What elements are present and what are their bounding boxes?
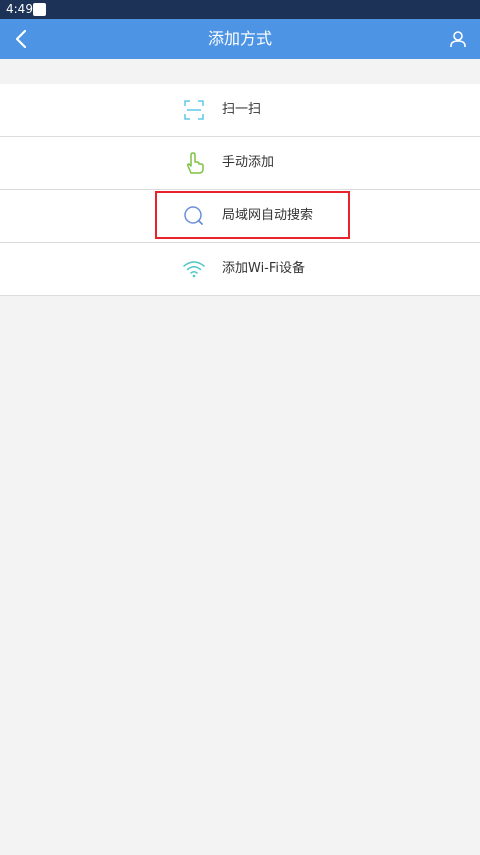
search-icon	[184, 206, 203, 225]
menu-item-label: 局域网自动搜索	[222, 208, 314, 223]
page-title: 添加方式	[207, 29, 272, 48]
back-button[interactable]	[6, 23, 36, 55]
user-button[interactable]	[444, 25, 472, 53]
menu-item-label: 添加Wi-Fi设备	[222, 261, 306, 276]
chevron-left-icon	[15, 29, 27, 49]
user-icon	[450, 31, 466, 47]
menu-item-label: 手动添加	[222, 155, 275, 170]
status-time: 4:49	[6, 2, 33, 16]
menu-item-label: 扫一扫	[222, 102, 262, 117]
app-bar: 添加方式	[0, 19, 480, 59]
menu-item-wifi-device[interactable]: 添加Wi-Fi设备	[0, 243, 480, 296]
menu-item-manual-add[interactable]: 手动添加	[0, 137, 480, 190]
scan-icon	[184, 100, 204, 120]
wifi-icon	[183, 261, 205, 278]
status-bar: 4:49	[0, 0, 480, 19]
hand-pointer-icon	[186, 152, 204, 174]
menu-item-scan[interactable]: 扫一扫	[0, 84, 480, 137]
add-method-list: 扫一扫 手动添加 局域网自动搜索 添加Wi-Fi设备	[0, 84, 480, 296]
menu-item-lan-search[interactable]: 局域网自动搜索	[0, 190, 480, 243]
notification-icon	[33, 3, 46, 16]
